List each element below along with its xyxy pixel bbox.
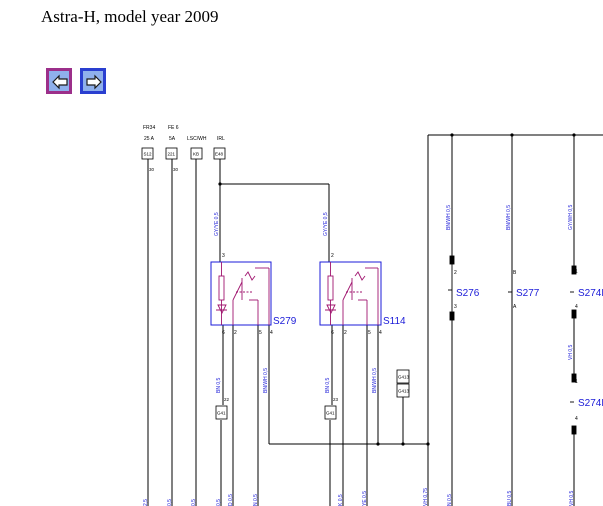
connector-label: G413 (398, 389, 410, 394)
switch-pin: 3 (454, 304, 457, 310)
relay-s114 (319, 261, 382, 326)
relay-pin: 2 (344, 330, 347, 336)
switch-label: S277 (516, 288, 540, 299)
bottom-wire-label: 0,5 (216, 499, 222, 506)
fuse-label: LSC/WH (187, 136, 207, 142)
bottom-wire-label: YE 0,5 (362, 491, 368, 506)
bottom-wire-label: VH 0,75 (423, 488, 429, 506)
wire-label: BN/WH 0,5 (446, 205, 452, 230)
relay-pin: 4 (379, 330, 382, 336)
bottom-wire-label: BU 0,5 (507, 490, 513, 506)
switch-pin: 1 (575, 269, 578, 275)
fuse-labels: FR34 25 A FE 6 5A LSC/WH IRL (143, 125, 225, 142)
connector-label: G41 (326, 411, 335, 416)
bottom-wire-label: 0,5 (191, 499, 197, 506)
wire-label: VH 0,5 (568, 344, 574, 360)
bottom-wire-label: K 0,5 (338, 494, 344, 506)
wire-label: GY/YE 0,5 (323, 212, 329, 236)
switch-label: S276 (456, 288, 480, 299)
fuse-box-label: E48 (215, 152, 224, 157)
connector-pin: 23 (333, 397, 339, 402)
fuse-pin: 30 (149, 167, 155, 172)
relay-pin: 5 (368, 330, 371, 336)
relay-pin: 3 (222, 253, 225, 259)
switch-pin: 4 (575, 416, 578, 422)
fuse-label: 5A (169, 136, 176, 142)
fuse-label: FE 6 (168, 125, 179, 131)
fuse-label: IRL (217, 136, 225, 142)
switch-pin: 2 (454, 270, 457, 276)
wire-label: GY/YE 0,5 (214, 212, 220, 236)
relay-label: S279 (273, 316, 297, 327)
wire-label: BN/WH 0,5 (263, 368, 269, 393)
relay-pin: 4 (270, 330, 273, 336)
fuse-box-label: S12 (144, 152, 153, 157)
bottom-wire-label: N 0,5 (253, 494, 259, 506)
relay-s279 (210, 261, 272, 326)
fuse-box-label: 221 (168, 152, 176, 157)
bottom-wire-label: 0,5 (167, 499, 173, 506)
relay-pin: 6 (331, 330, 334, 336)
wire-label: BN 0,5 (216, 377, 222, 393)
bottom-wire-label: D 0,5 (228, 494, 234, 506)
wire-label: BN 0,5 (325, 377, 331, 393)
relay-label: S114 (383, 316, 406, 327)
switch-pin: 1 (575, 379, 578, 385)
fuse-label: 25 A (144, 136, 155, 142)
switch-label: S274R (578, 398, 603, 409)
connector-label: G413 (398, 375, 410, 380)
wiring-diagram: FR34 25 A FE 6 5A LSC/WH IRL S12 221 KB … (141, 125, 603, 506)
relay-pin: 6 (222, 330, 225, 336)
wire-label: GY/WH 0,5 (568, 204, 574, 230)
relay-pin: 2 (234, 330, 237, 336)
switch-pin: 4 (575, 304, 578, 310)
switch-pin: A (513, 304, 517, 310)
wire-label: BN/WH 0,5 (506, 205, 512, 230)
connector-label: G41 (217, 411, 226, 416)
wire-label: BN/WH 0,5 (372, 368, 378, 393)
bottom-wire-label: VH 0,5 (569, 490, 575, 506)
switch-pin: B (513, 270, 517, 276)
fuse-pin: 30 (173, 167, 179, 172)
connector-pin: 22 (224, 397, 230, 402)
bottom-wire-label: 2,5 (143, 499, 149, 506)
fuse-label: FR34 (143, 125, 155, 131)
relay-pin: 2 (331, 253, 334, 259)
relay-pin: 5 (259, 330, 262, 336)
fuse-box-label: KB (193, 152, 199, 157)
bottom-wire-label: N 0,5 (447, 494, 453, 506)
switch-label: S274L (578, 288, 603, 299)
